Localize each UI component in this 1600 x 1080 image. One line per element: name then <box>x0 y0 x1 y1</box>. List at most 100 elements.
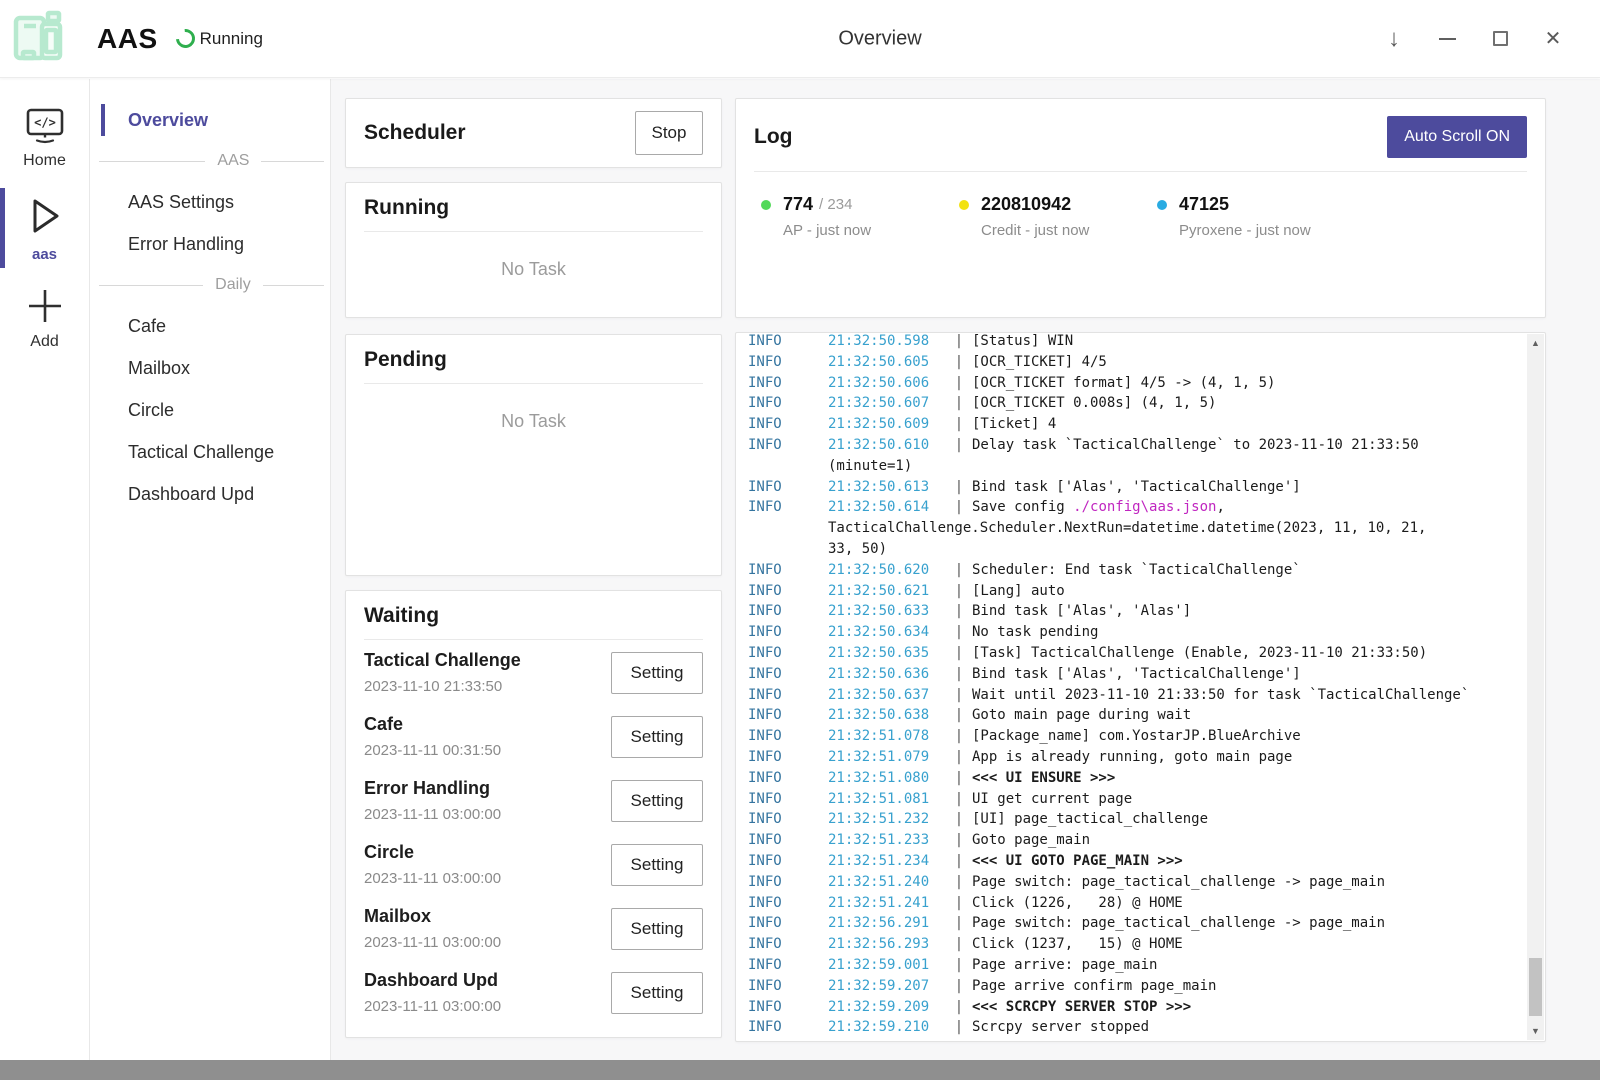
app-name: AAS <box>97 23 158 55</box>
log-message: [Ticket] 4 <box>972 414 1515 435</box>
stat-label: Pyroxene - just now <box>1179 222 1355 239</box>
task-setting-button[interactable]: Setting <box>611 652 703 694</box>
log-level: INFO <box>748 872 828 893</box>
dashboard-stats: 774 / 234 AP - just now 220810942 Credit… <box>754 194 1527 239</box>
sidebar-item[interactable]: AAS Settings <box>91 181 330 223</box>
log-level: INFO <box>748 851 828 872</box>
task-name: Dashboard Upd <box>364 970 501 991</box>
log-separator: | <box>946 664 972 685</box>
rail-item-home[interactable]: </> Home <box>0 95 89 181</box>
stat-dot-icon <box>761 200 771 210</box>
log-line: INFO21:32:51.079|App is already running,… <box>748 747 1515 768</box>
log-message: 33, 50) <box>828 539 1515 560</box>
task-setting-button[interactable]: Setting <box>611 972 703 1014</box>
task-setting-button[interactable]: Setting <box>611 844 703 886</box>
dashboard-stat: 47125 Pyroxene - just now <box>1157 194 1355 239</box>
main-content: Scheduler Stop Running No Task Pending N… <box>331 79 1600 1060</box>
sidebar-item[interactable]: Cafe <box>91 305 330 347</box>
log-timestamp: 21:32:50.606 <box>828 373 946 394</box>
maximize-icon[interactable] <box>1488 26 1512 52</box>
divider <box>364 383 703 384</box>
auto-scroll-button[interactable]: Auto Scroll ON <box>1387 116 1527 158</box>
sidebar-item-label: Error Handling <box>128 234 244 255</box>
pending-panel: Pending No Task <box>345 334 722 576</box>
log-separator: | <box>946 622 972 643</box>
sidebar-item-label: Daily <box>215 276 251 294</box>
task-name: Cafe <box>364 714 501 735</box>
task-next-run-time: 2023-11-10 21:33:50 <box>364 678 521 695</box>
divider <box>754 171 1527 172</box>
close-icon[interactable]: ✕ <box>1541 26 1565 52</box>
log-line: INFO21:32:56.291|Page switch: page_tacti… <box>748 913 1515 934</box>
sidebar-item[interactable]: Mailbox <box>91 347 330 389</box>
sidebar-item[interactable]: Daily <box>91 265 330 305</box>
log-message: <<< UI ENSURE >>> <box>972 768 1515 789</box>
stat-value: 774 <box>783 194 813 215</box>
sidebar-item-label: AAS <box>217 152 249 170</box>
log-message: TacticalChallenge.Scheduler.NextRun=date… <box>828 518 1515 539</box>
scrollbar-thumb[interactable] <box>1529 958 1542 1016</box>
log-separator: | <box>946 352 972 373</box>
task-setting-button[interactable]: Setting <box>611 716 703 758</box>
log-message: [Task] TacticalChallenge (Enable, 2023-1… <box>972 643 1515 664</box>
sidebar-item[interactable]: AAS <box>91 141 330 181</box>
scroll-down-icon[interactable]: ▼ <box>1527 1026 1544 1036</box>
log-timestamp: 21:32:50.613 <box>828 477 946 498</box>
log-timestamp: 21:32:50.620 <box>828 560 946 581</box>
log-timestamp: 21:32:56.291 <box>828 913 946 934</box>
log-separator: | <box>946 976 972 997</box>
log-line: INFO21:32:59.001|Page arrive: page_main <box>748 955 1515 976</box>
log-level: INFO <box>748 622 828 643</box>
log-separator: | <box>946 477 972 498</box>
log-scrollbar[interactable]: ▲ ▼ <box>1527 334 1544 1040</box>
log-separator: | <box>946 893 972 914</box>
log-level: INFO <box>748 393 828 414</box>
minimize-icon[interactable] <box>1435 26 1459 52</box>
task-info: Error Handling 2023-11-11 03:00:00 <box>364 778 501 823</box>
log-message: Delay task `TacticalChallenge` to 2023-1… <box>972 435 1515 456</box>
log-line: INFO21:32:51.232|[UI] page_tactical_chal… <box>748 809 1515 830</box>
log-timestamp: 21:32:50.605 <box>828 352 946 373</box>
download-icon[interactable]: ↓ <box>1382 26 1406 52</box>
window-controls: ↓ ✕ <box>1382 26 1565 52</box>
log-line: INFO21:32:50.614|Save config ./config\aa… <box>748 497 1515 518</box>
waiting-task-row: Tactical Challenge 2023-11-10 21:33:50 S… <box>364 640 703 704</box>
waiting-task-row: Error Handling 2023-11-11 03:00:00 Setti… <box>364 768 703 832</box>
task-setting-button[interactable]: Setting <box>611 780 703 822</box>
log-timestamp: 21:32:59.001 <box>828 955 946 976</box>
rail-item-add[interactable]: Add <box>0 275 89 361</box>
task-setting-button[interactable]: Setting <box>611 908 703 950</box>
stat-label: AP - just now <box>783 222 959 239</box>
log-line: (minute=1) <box>748 456 1515 477</box>
waiting-title: Waiting <box>364 604 703 628</box>
sidebar-item[interactable]: Dashboard Upd <box>91 473 330 515</box>
log-level: INFO <box>748 414 828 435</box>
log-level: INFO <box>748 913 828 934</box>
log-separator: | <box>946 872 972 893</box>
stop-button[interactable]: Stop <box>635 111 703 155</box>
log-level: INFO <box>748 643 828 664</box>
sidebar-item-label: AAS Settings <box>128 192 234 213</box>
log-level: INFO <box>748 976 828 997</box>
running-empty-text: No Task <box>364 259 703 280</box>
scroll-up-icon[interactable]: ▲ <box>1527 338 1544 348</box>
log-timestamp: 21:32:50.637 <box>828 685 946 706</box>
log-message: Click (1237, 15) @ HOME <box>972 934 1515 955</box>
divider-line <box>99 161 205 162</box>
log-level: INFO <box>748 997 828 1018</box>
log-message: Page switch: page_tactical_challenge -> … <box>972 913 1515 934</box>
sidebar-item[interactable]: Circle <box>91 389 330 431</box>
log-message: Wait until 2023-11-10 21:33:50 for task … <box>972 685 1515 706</box>
log-separator: | <box>946 955 972 976</box>
sidebar-item[interactable]: Overview <box>91 99 330 141</box>
sidebar-item[interactable]: Error Handling <box>91 223 330 265</box>
task-next-run-time: 2023-11-11 03:00:00 <box>364 806 501 823</box>
divider <box>364 231 703 232</box>
rail-item-aas[interactable]: aas <box>0 185 89 271</box>
log-message: No task pending <box>972 622 1515 643</box>
log-line: INFO21:32:51.234|<<< UI GOTO PAGE_MAIN >… <box>748 851 1515 872</box>
sidebar-item[interactable]: Tactical Challenge <box>91 431 330 473</box>
log-message: <<< SCRCPY SERVER STOP >>> <box>972 997 1515 1018</box>
log-line: INFO21:32:50.635|[Task] TacticalChalleng… <box>748 643 1515 664</box>
log-separator: | <box>946 332 972 352</box>
